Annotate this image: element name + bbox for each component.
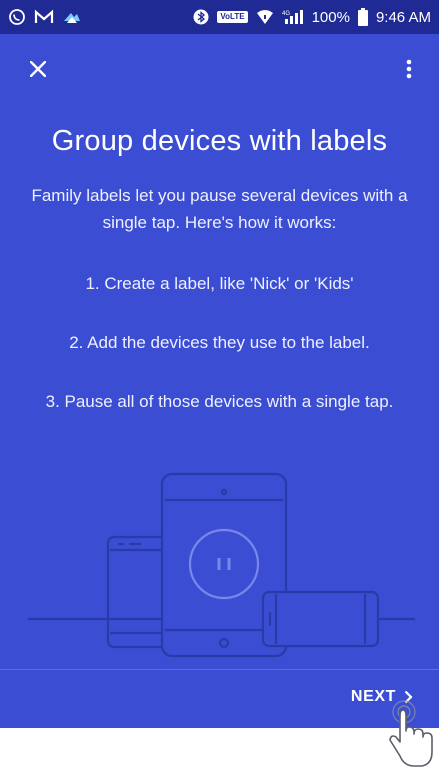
tap-hand-icon <box>389 700 433 767</box>
battery-icon <box>357 8 368 26</box>
phone-illustration <box>106 535 170 649</box>
close-icon <box>30 61 46 77</box>
step-1: 1. Create a label, like 'Nick' or 'Kids' <box>85 274 354 293</box>
toolbar <box>0 34 439 104</box>
close-button[interactable] <box>26 57 50 81</box>
devices-illustration <box>28 472 415 658</box>
footer-divider <box>0 669 439 670</box>
status-bar: VoLTE 4G 100% 9:46 AM <box>0 0 439 34</box>
landscape-phone-illustration <box>261 590 380 648</box>
battery-percent: 100% <box>311 8 350 26</box>
more-vert-icon <box>406 59 412 79</box>
intro-text: Family labels let you pause several devi… <box>31 186 408 232</box>
app-icon <box>62 9 82 25</box>
whatsapp-icon <box>8 8 26 26</box>
below-screen-area <box>0 728 439 778</box>
volte-icon: VoLTE <box>217 11 248 23</box>
page-title: Group devices with labels <box>51 125 388 157</box>
svg-text:4G: 4G <box>282 11 290 17</box>
status-bar-left <box>8 8 82 26</box>
overflow-menu-button[interactable] <box>397 57 421 81</box>
clock: 9:46 AM <box>375 8 431 26</box>
signal-icon: 4G <box>282 9 304 25</box>
gmail-icon <box>34 9 54 25</box>
step-2: 2. Add the devices they use to the label… <box>69 333 370 352</box>
wifi-icon <box>256 9 274 25</box>
step-3: 3. Pause all of those devices with a sin… <box>45 392 394 411</box>
onboarding-screen: Group devices with labels Family labels … <box>0 34 439 728</box>
bluetooth-icon <box>193 9 209 25</box>
status-bar-right: VoLTE 4G 100% 9:46 AM <box>193 8 431 26</box>
